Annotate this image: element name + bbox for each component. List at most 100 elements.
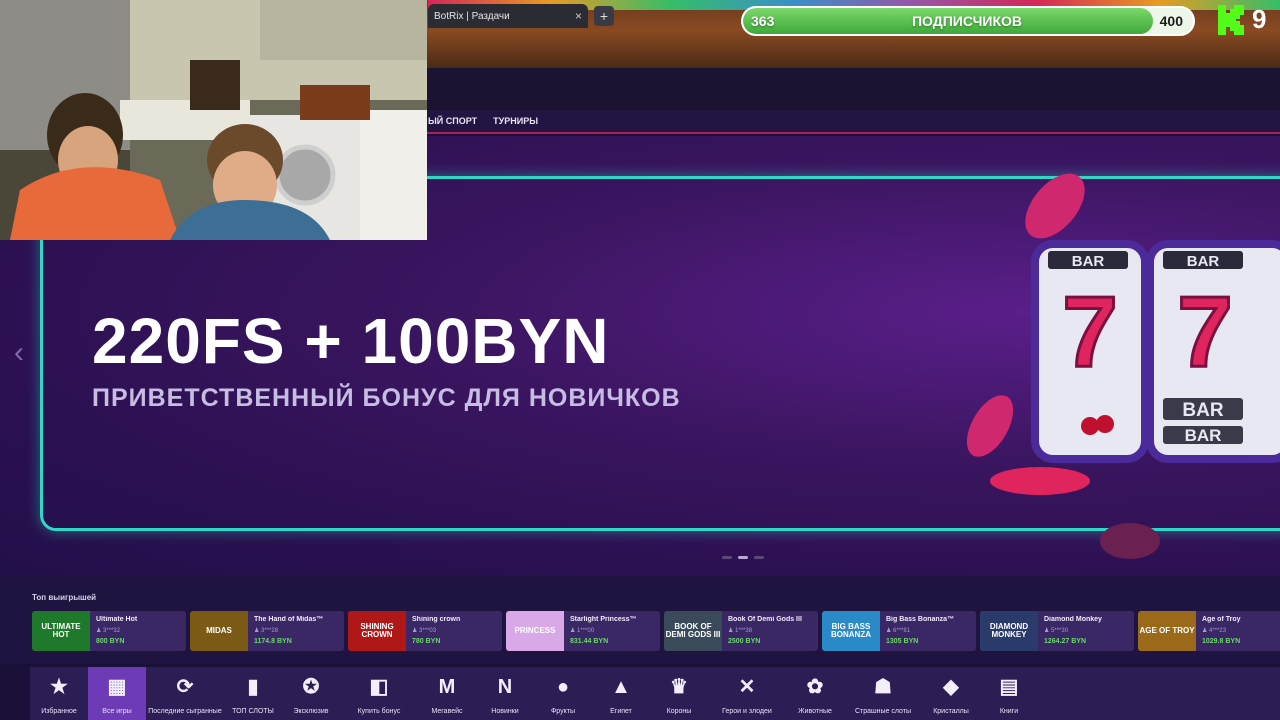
win-user: ♟ 1***38 [728,628,753,634]
category-nav-item[interactable]: N Новинки [476,667,534,720]
pyramid-icon: ▲ [611,676,631,698]
win-user-id: 6***81 [893,628,911,634]
win-game-name: Diamond Monkey [1044,616,1102,623]
category-nav-label: ТОП СЛОТЫ [232,708,274,715]
win-user-id: 3***28 [261,628,279,634]
win-card[interactable]: SHINING CROWN Shining crown ♟ 3***03 780 BY… [348,611,502,651]
banner-prev-arrow[interactable]: ‹ [14,336,24,370]
win-game-name: Ultimate Hot [96,616,138,623]
win-card[interactable]: AGE OF TROY Age of Troy ♟ 4***23 1029.8 BYN [1138,611,1280,651]
category-nav-label: Последние сыгранные [148,708,222,715]
category-nav-item[interactable]: ◧ Купить бонус [340,667,418,720]
apple-icon: ● [556,676,570,698]
book-icon: ▤ [999,676,1019,698]
game-thumbnail[interactable]: BOOK OF DEMI GODS III [664,611,722,651]
nav-link-tournaments[interactable]: ТУРНИРЫ [493,116,538,126]
game-thumbnail[interactable]: PRINCESS [506,611,564,651]
win-user-id: 3***32 [103,628,121,634]
category-nav-item[interactable]: ✪ Эксклюзив [282,667,340,720]
category-nav-label: Фрукты [550,708,575,715]
win-user-id: 1***38 [735,628,753,634]
close-icon[interactable]: × [575,9,582,23]
reel-label: BAR [1185,426,1222,445]
category-nav-label: Купить бонус [357,708,401,715]
banner-pagination [722,556,764,559]
category-nav-label: Мегавейс [431,708,463,715]
win-amount: 831.44 BYN [570,638,609,645]
win-user: ♟ 3***32 [96,628,121,634]
category-nav-item[interactable]: ☗ Страшные слоты [844,667,922,720]
subscriber-current-count: 363 [751,13,775,29]
category-nav-item[interactable]: ✕ Герои и злодеи [708,667,786,720]
category-nav: ★ Избранное ▦ Все игры ⟳ Последние сыгранные ▮… [30,667,1280,720]
top-wins-title: Топ выигрышей [32,593,97,602]
pagination-dot[interactable] [722,556,732,559]
crown-icon: ♛ [670,676,688,698]
pagination-dot[interactable] [754,556,764,559]
top-wins-section: Топ выигрышей ULTIMATE HOT Ultimate Hot ♟ … [0,576,1280,664]
category-nav-item[interactable]: ✿ Животные [786,667,844,720]
win-card[interactable]: BOOK OF DEMI GODS III Book Of Demi Gods I… [664,611,818,651]
new-tab-button[interactable]: + [594,6,614,26]
category-nav-label: Короны [666,708,692,715]
paw-icon: ✿ [806,676,824,698]
win-game-name: The Hand of Midas™ [254,616,324,623]
subscriber-goal-bar: 363 ПОДПИСЧИКОВ 400 [741,6,1195,36]
win-card[interactable]: ULTIMATE HOT Ultimate Hot ♟ 3***32 800 BYN [32,611,186,651]
subscriber-goal-target: 400 [1159,13,1183,29]
category-nav-item[interactable]: M Мегавейс [418,667,476,720]
win-user: ♟ 1***00 [570,628,595,634]
win-game-name: Starlight Princess™ [570,616,637,623]
win-user: ♟ 4***23 [1202,628,1227,634]
game-thumbnail[interactable]: AGE OF TROY [1138,611,1196,651]
game-thumbnail[interactable]: ULTIMATE HOT [32,611,90,651]
category-nav-label: Избранное [41,708,77,715]
banner-headline: 220FS + 100BYN [92,305,610,377]
category-nav-item[interactable]: ▲ Египет [592,667,650,720]
category-nav-item[interactable]: ◆ Кристаллы [922,667,980,720]
banner-subtitle: ПРИВЕТСТВЕННЫЙ БОНУС ДЛЯ НОВИЧКОВ [92,384,681,412]
category-nav-item[interactable]: ▮ ТОП СЛОТЫ [224,667,282,720]
win-user-id: 3***03 [419,628,437,634]
webcam-image [0,0,427,240]
grid-icon: ▦ [107,676,127,698]
category-nav-label: Герои и злодеи [722,708,772,715]
nav-link-sport[interactable]: ЫЙ СПОРТ [428,116,477,126]
category-nav-label: Страшные слоты [854,708,912,715]
win-amount: 800 BYN [96,638,125,645]
win-game-name: Book Of Demi Gods III [728,616,802,623]
win-card[interactable]: BIG BASS BONANZA Big Bass Bonanza™ ♟ 6***8… [822,611,976,651]
win-amount: 1264.27 BYN [1044,638,1087,645]
win-amount: 1305 BYN [886,638,919,645]
reel-label: BAR [1182,400,1223,421]
pagination-dot[interactable] [738,556,748,559]
category-nav-label: Все игры [102,708,132,715]
megaways-icon: M [438,676,456,698]
game-thumbnail[interactable]: SHINING CROWN [348,611,406,651]
category-nav-item[interactable]: ▤ Книги [980,667,1038,720]
win-user-id: 5***30 [1051,628,1069,634]
webcam-feed [0,0,427,240]
reel-label: BAR [1072,253,1105,270]
category-nav-item[interactable]: ▦ Все игры [88,667,146,720]
bar-chart-icon: ▮ [247,676,259,698]
buy-bonus-icon: ◧ [369,676,389,698]
win-user-id: 4***23 [1209,628,1227,634]
category-nav-item[interactable]: ⟳ Последние сыгранные [146,667,224,720]
star-icon: ★ [50,676,68,698]
diamond-icon: ◆ [943,676,959,698]
win-card[interactable]: DIAMOND MONKEY Diamond Monkey ♟ 5***30 1264… [980,611,1134,651]
game-thumbnail[interactable]: MIDAS [190,611,248,651]
exclusive-star-icon: ✪ [302,676,320,698]
game-thumbnail[interactable]: BIG BASS BONANZA [822,611,880,651]
category-nav-item[interactable]: ● Фрукты [534,667,592,720]
game-thumbnail[interactable]: DIAMOND MONKEY [980,611,1038,651]
win-card[interactable]: PRINCESS Starlight Princess™ ♟ 1***00 831.4… [506,611,660,651]
slot-machine-illustration: BAR BAR 7 7 BAR BAR [966,173,1280,559]
win-user: ♟ 3***28 [254,628,279,634]
category-nav-item[interactable]: ★ Избранное [30,667,88,720]
browser-tab[interactable]: BotRix | Раздачи × [428,4,588,28]
win-user: ♟ 3***03 [412,628,437,634]
category-nav-item[interactable]: ♛ Короны [650,667,708,720]
win-card[interactable]: MIDAS The Hand of Midas™ ♟ 3***28 1174.8 BY… [190,611,344,651]
